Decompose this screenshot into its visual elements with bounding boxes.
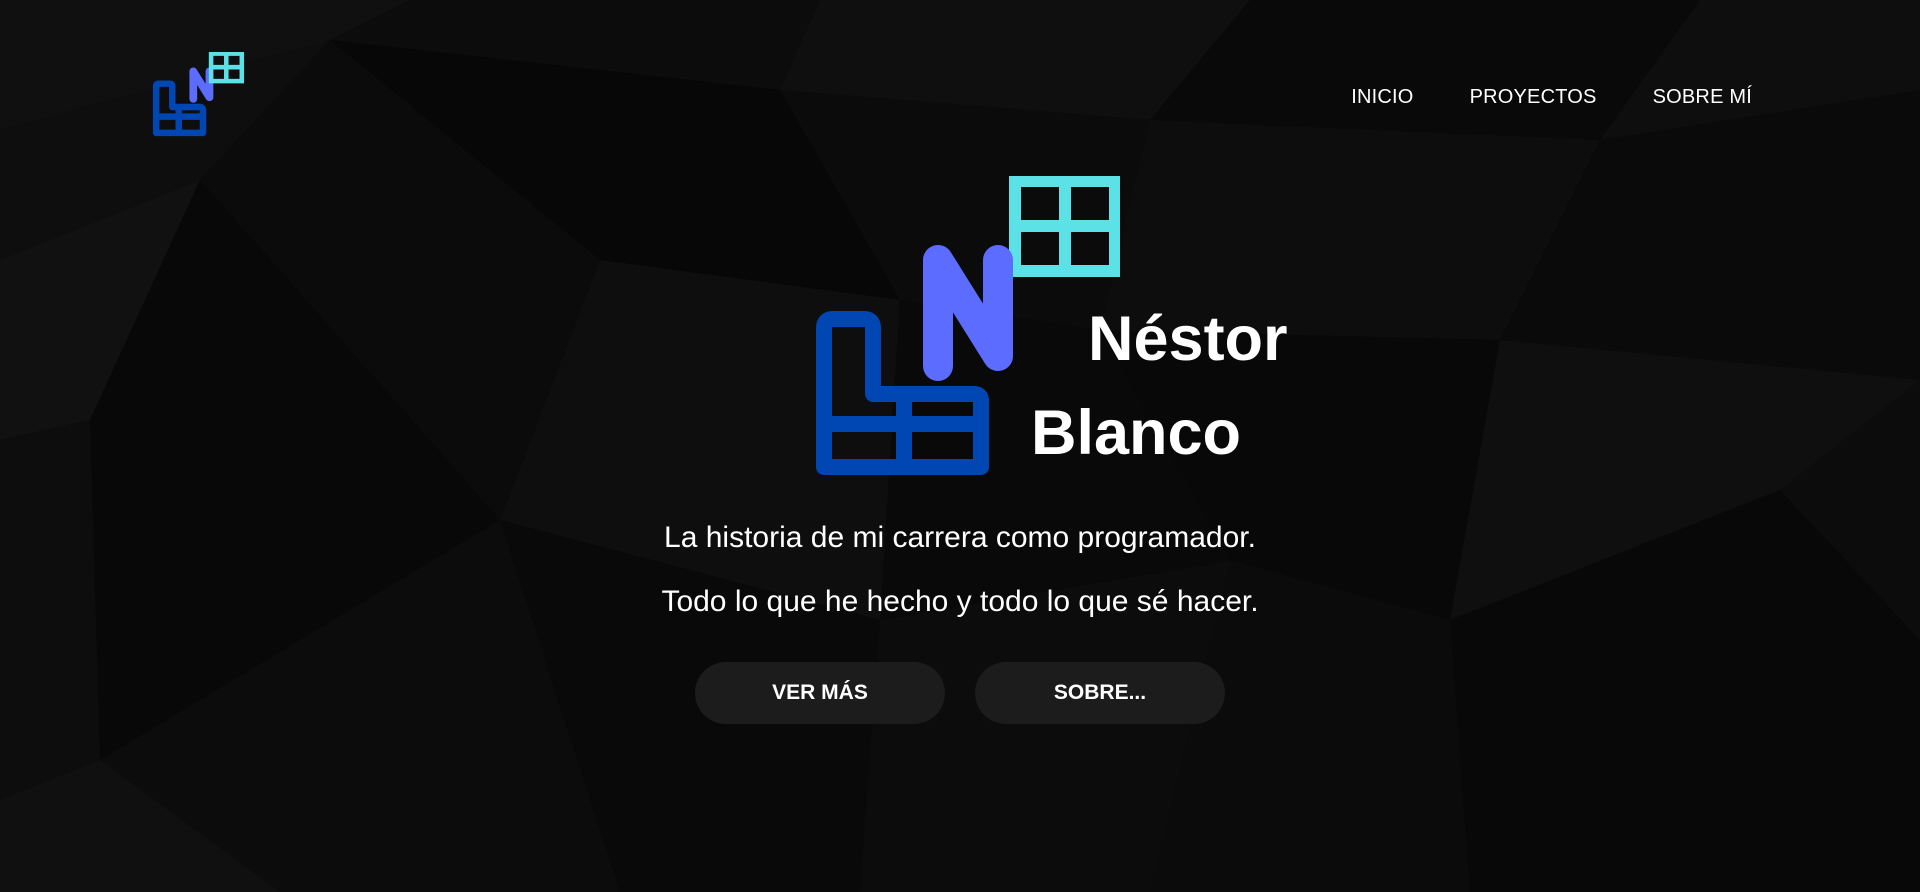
hero-tagline-1: La historia de mi carrera como programad… (664, 521, 1256, 554)
hero-last-name: Blanco (1031, 398, 1242, 468)
page: INICIO PROYECTOS SOBRE MÍ Néstor Blanco … (0, 0, 1920, 892)
hero-buttons: VER MÁS SOBRE... (0, 662, 1920, 724)
hero-section: Néstor Blanco La historia de mi carrera … (0, 0, 1920, 892)
hero-tagline-2: Todo lo que he hecho y todo lo que sé ha… (661, 585, 1259, 618)
ver-mas-button[interactable]: VER MÁS (695, 662, 945, 724)
hero-first-name: Néstor (1088, 304, 1288, 374)
sobre-button[interactable]: SOBRE... (975, 662, 1225, 724)
